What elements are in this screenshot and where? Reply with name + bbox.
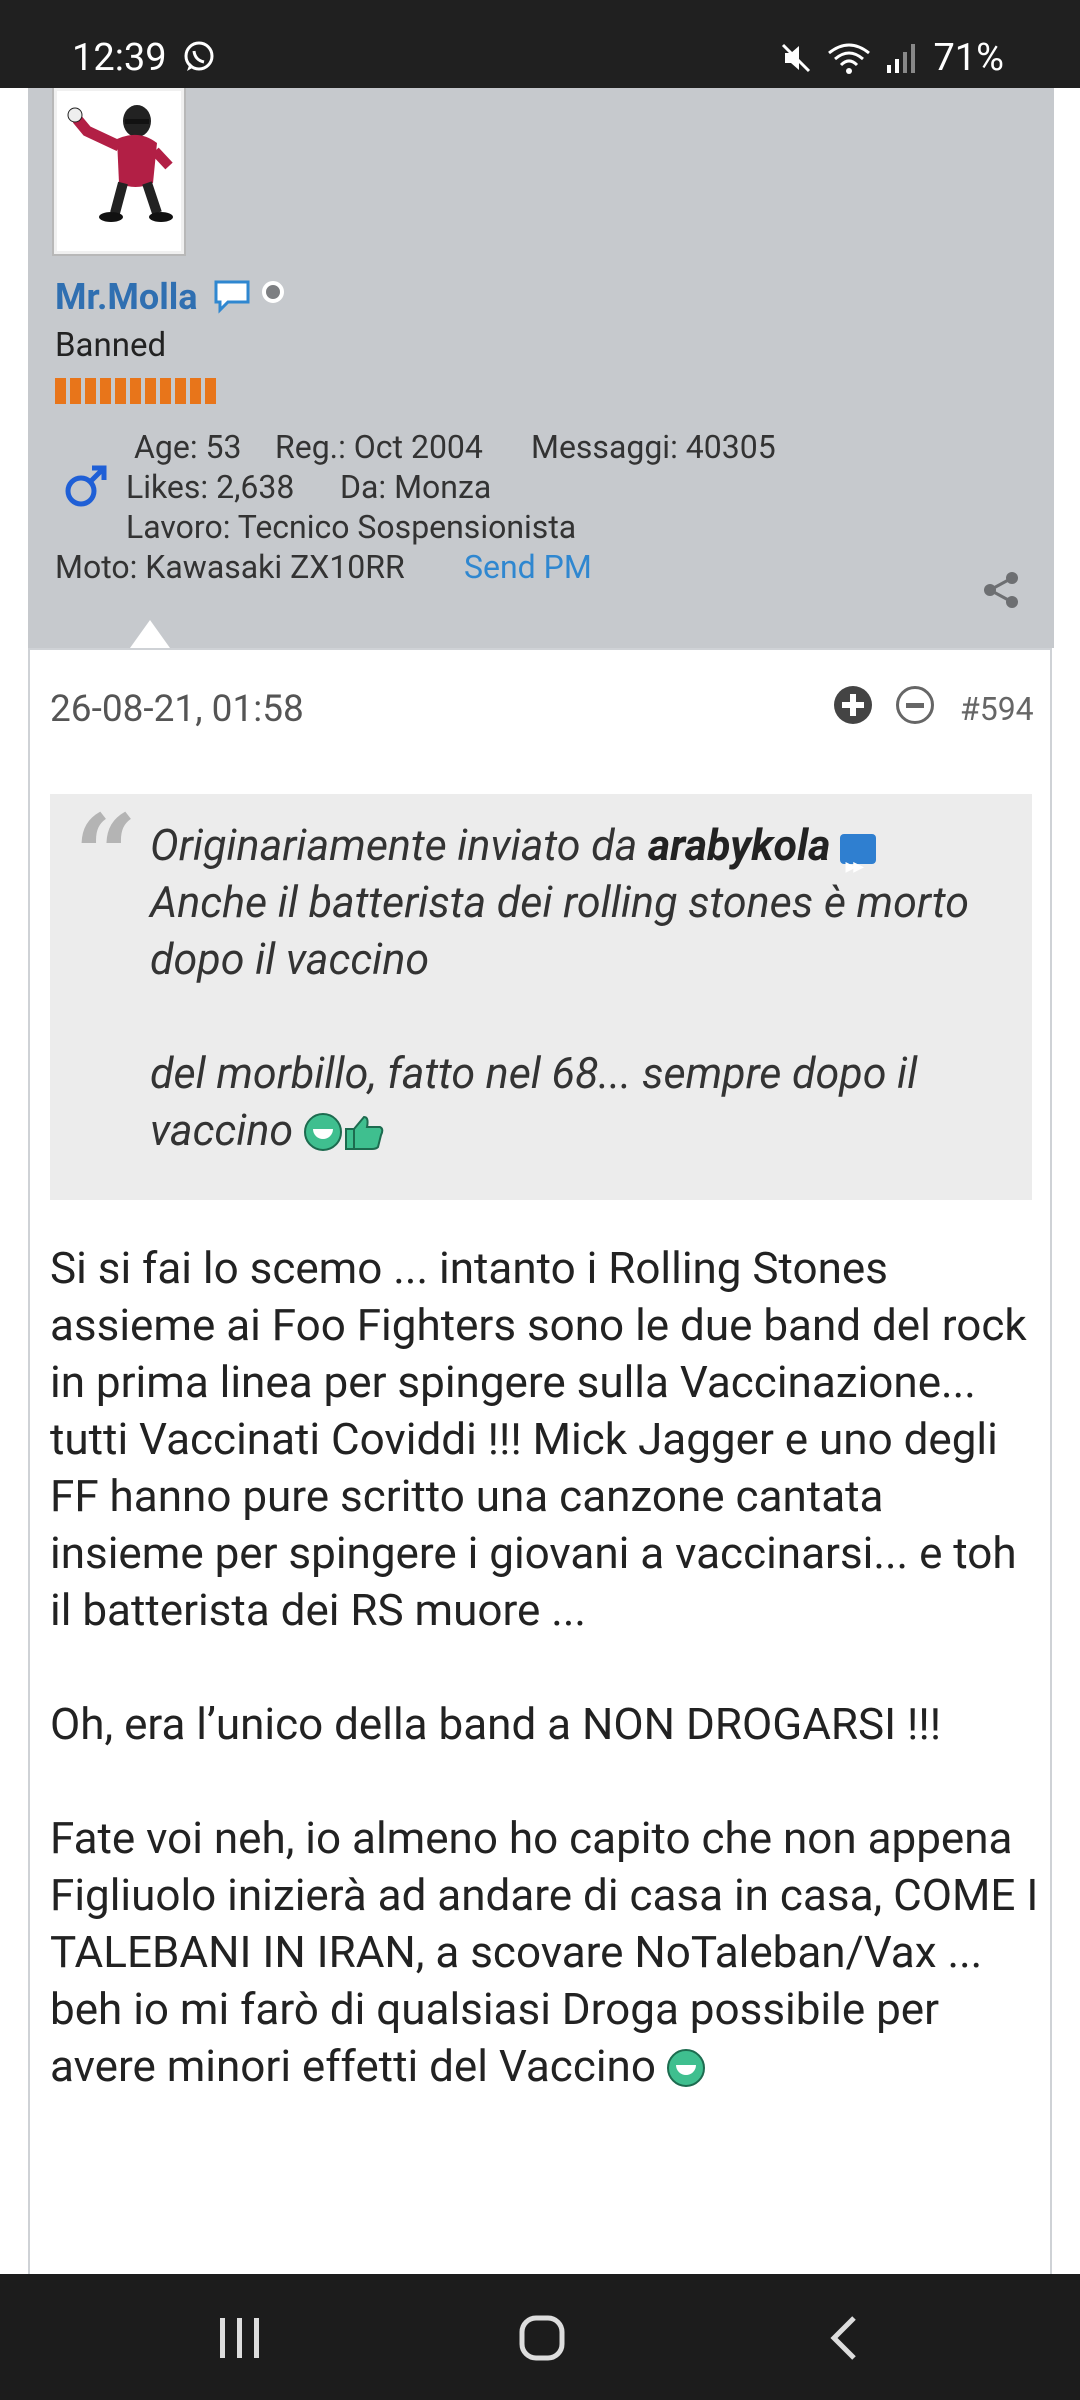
battery-level: 71% [933, 36, 1004, 80]
quote-mark-icon: “ [74, 790, 138, 919]
post-paragraph-2: Oh, era l’unico della band a NON DROGARS… [50, 1698, 942, 1750]
mute-icon [782, 43, 811, 73]
user-registered: Reg.: Oct 2004 [275, 428, 483, 466]
thumbs-up-icon [344, 1115, 384, 1150]
post-body: Si si fai lo scemo ... intanto i Rolling… [50, 1240, 1040, 2152]
home-icon[interactable] [518, 2314, 566, 2362]
post-date: 26-08-21, 01:58 [50, 688, 304, 731]
user-info-panel: Mr.Molla Banned Age: 53 Reg.: Oct 2004 M… [28, 88, 1054, 648]
quote-header: Originariamente inviato da arabykola [150, 818, 1010, 896]
dislike-minus-icon[interactable] [896, 686, 934, 724]
offline-status-icon [262, 281, 284, 303]
back-icon[interactable] [826, 2314, 860, 2362]
quote-line-2: del morbillo, fatto nel 68... sempre dop… [150, 1049, 918, 1156]
system-navigation-bar [0, 2274, 1080, 2400]
private-message-icon[interactable] [212, 278, 252, 314]
male-gender-icon [65, 465, 107, 507]
post-paragraph-1: Si si fai lo scemo ... intanto i Rolling… [50, 1242, 1027, 1636]
quote-block: “ Originariamente inviato da arabykola A… [50, 794, 1032, 1200]
quote-line-1: Anche il batterista dei rolling stones è… [150, 878, 970, 985]
quote-author: arabykola [647, 821, 831, 871]
user-bike: Moto: Kawasaki ZX10RR [55, 548, 405, 586]
status-bar: 12:39 71% [0, 0, 1080, 88]
whatsapp-icon [184, 41, 214, 71]
wifi-icon [828, 43, 871, 74]
reputation-bar [55, 378, 216, 404]
go-to-post-icon[interactable] [840, 833, 877, 896]
username-link[interactable]: Mr.Molla [55, 276, 198, 318]
user-location: Da: Monza [340, 468, 492, 506]
user-job: Lavoro: Tecnico Sospensionista [126, 508, 577, 546]
post-number-link[interactable]: #594 [960, 690, 1034, 728]
grin-smiley-icon [666, 2049, 705, 2087]
recent-apps-icon[interactable] [218, 2314, 262, 2362]
grin-smiley-icon [303, 1113, 342, 1151]
user-age: Age: 53 [134, 428, 242, 466]
post-paragraph-3: Fate voi neh, io almeno ho capito che no… [50, 1812, 1039, 2092]
user-likes: Likes: 2,638 [126, 468, 295, 506]
user-messages: Messaggi: 40305 [531, 428, 776, 466]
like-plus-icon[interactable] [834, 686, 872, 724]
signal-icon [887, 44, 916, 73]
status-time: 12:39 [72, 36, 167, 80]
avatar-image [57, 91, 181, 251]
send-pm-link[interactable]: Send PM [464, 548, 592, 586]
user-title: Banned [55, 326, 167, 365]
share-icon[interactable] [982, 570, 1022, 610]
avatar[interactable] [54, 88, 184, 254]
panel-pointer [130, 620, 170, 648]
